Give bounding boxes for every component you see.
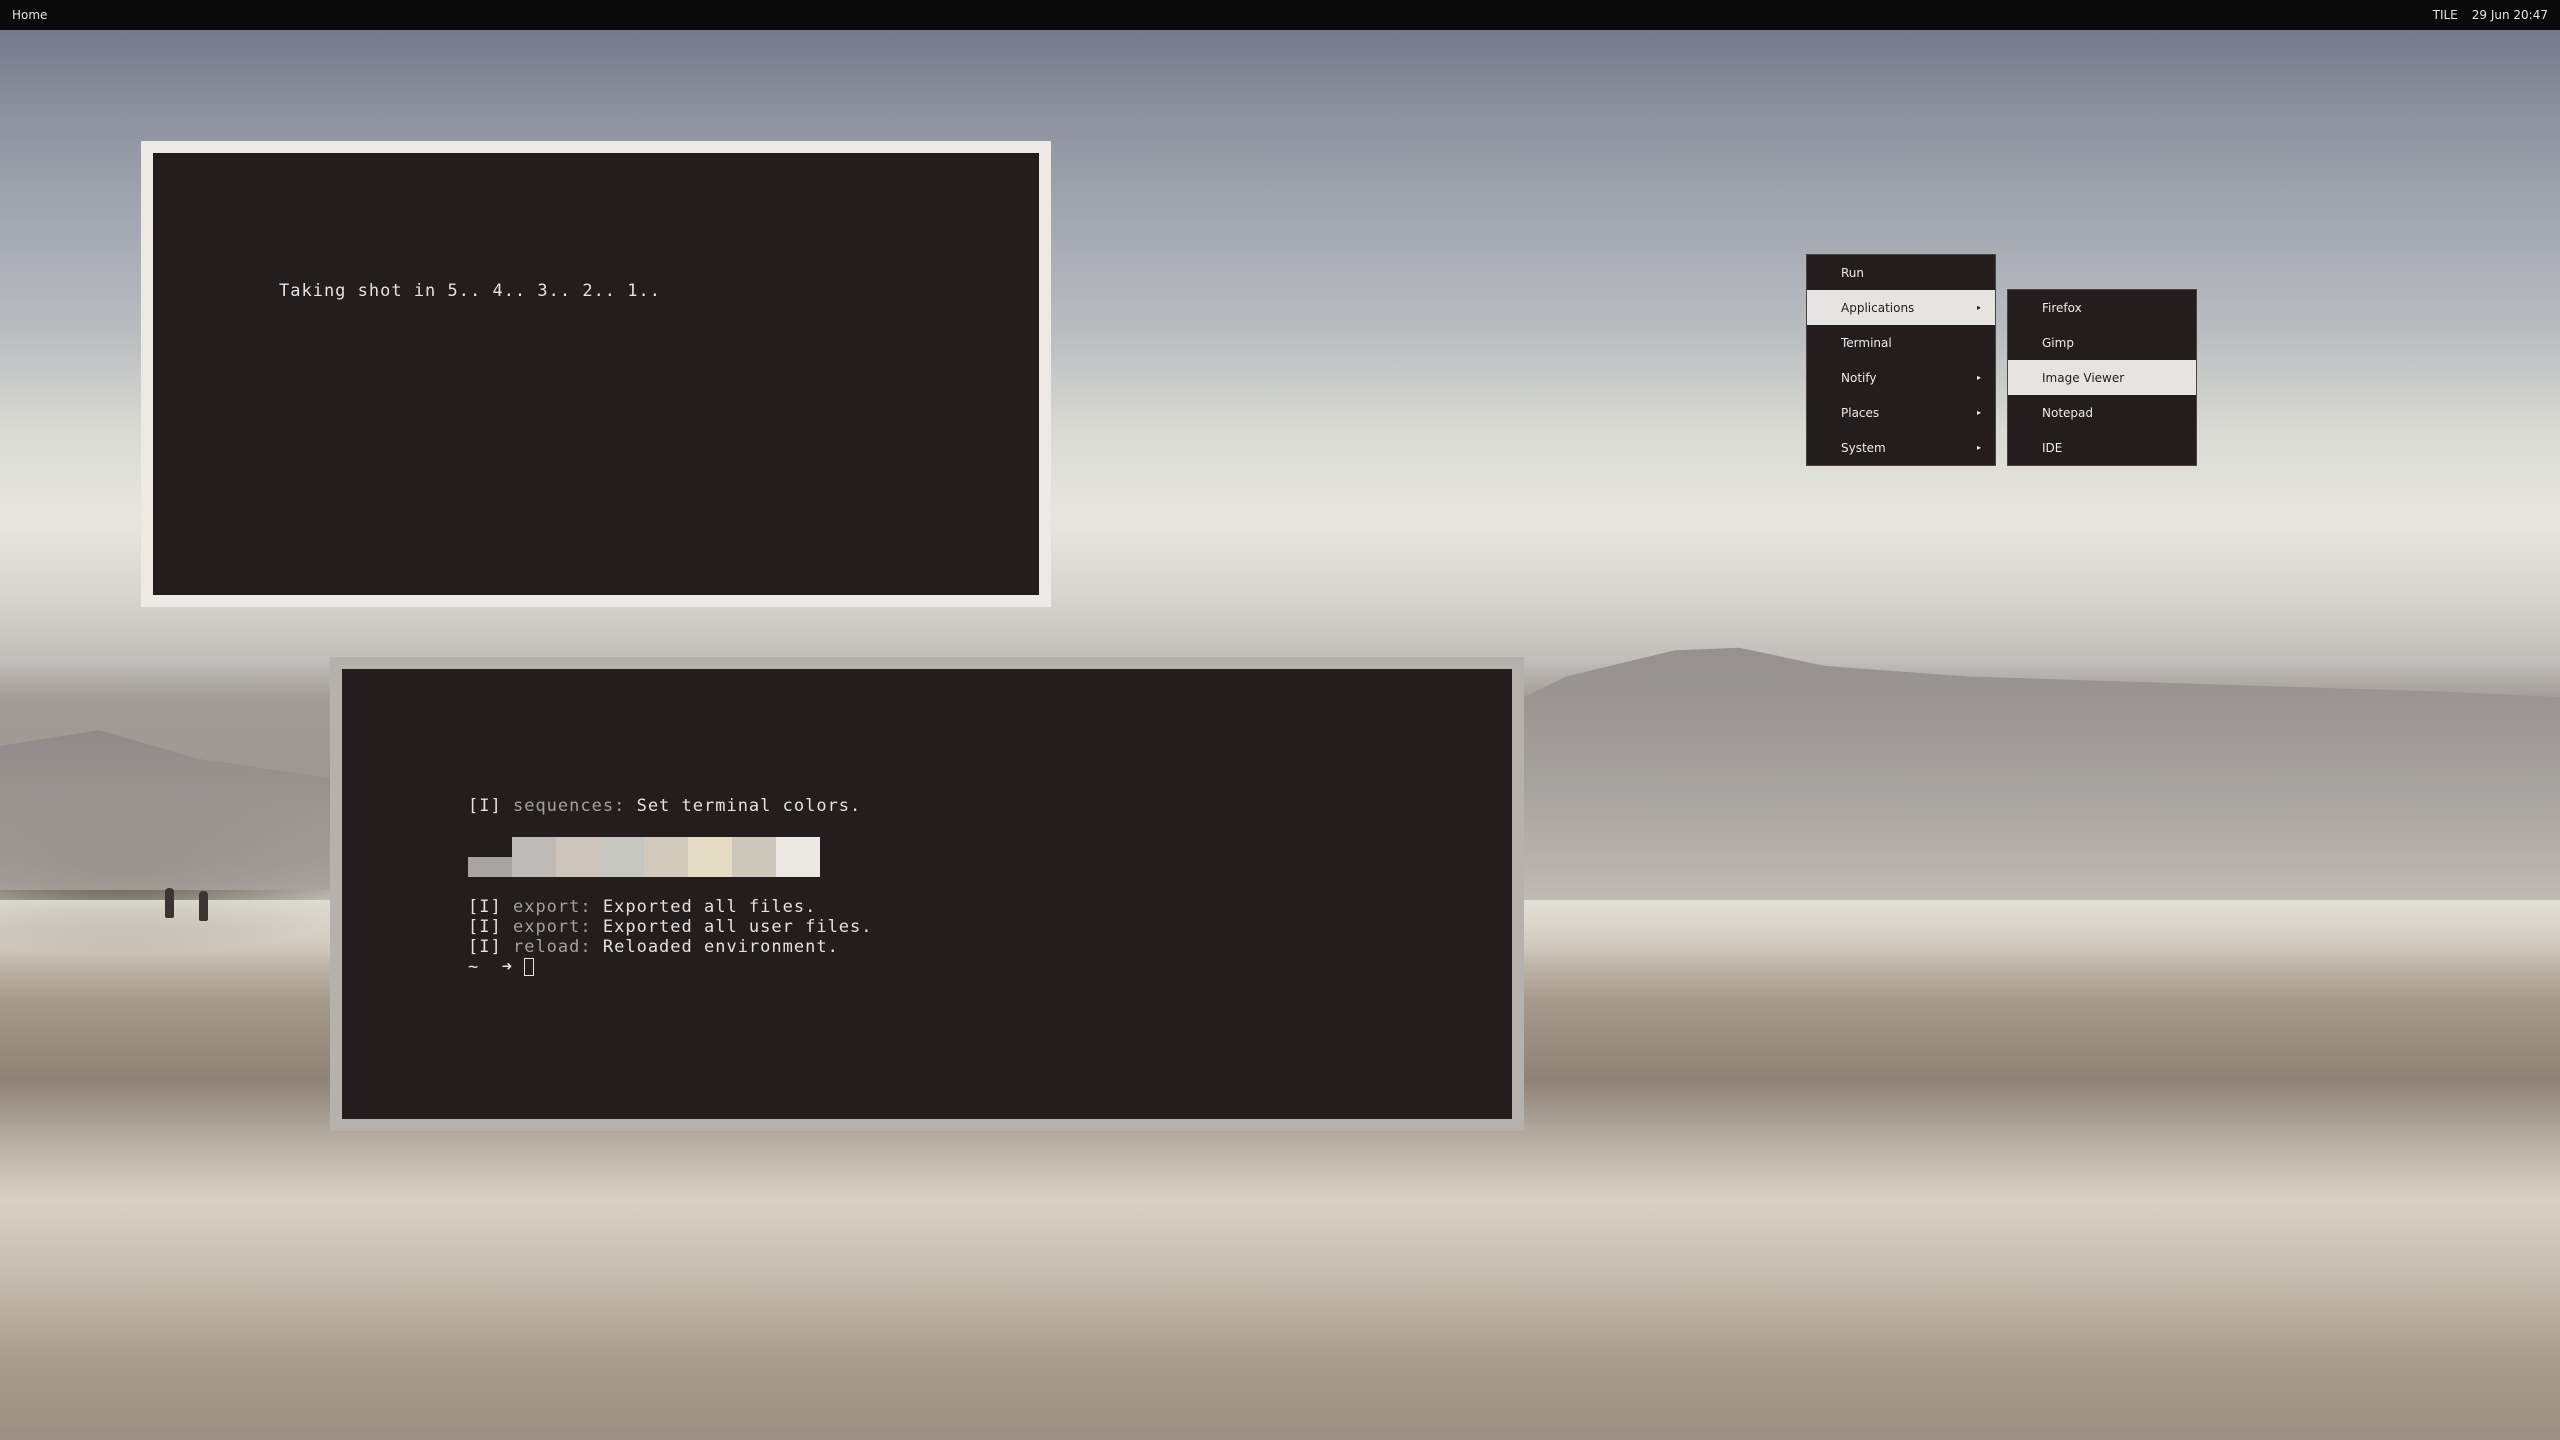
menu-item-label: Places (1841, 405, 1880, 420)
log-tag: [I] (468, 917, 502, 937)
log-key: export: (512, 897, 592, 917)
menu-item[interactable]: Notify ▸ (1807, 360, 1995, 395)
top-panel: Home TILE 29 Jun 20:47 (0, 0, 2560, 30)
terminal-line: [I] reload: Reloaded environment. (468, 937, 839, 957)
menu-item-label: Gimp (2042, 335, 2074, 350)
log-tag: [I] (468, 897, 502, 917)
menu-item-label: Image Viewer (2042, 370, 2125, 385)
applications-submenu: Firefox Gimp Image Viewer Notepad IDE (2007, 289, 2197, 466)
menu-item[interactable]: IDE (2008, 430, 2196, 465)
color-swatch (732, 837, 776, 877)
color-swatch (776, 837, 820, 877)
menu-item[interactable]: Firefox (2008, 290, 2196, 325)
menu-item[interactable]: Image Viewer (2008, 360, 2196, 395)
color-swatch (512, 837, 556, 877)
countdown-text: Taking shot in 5.. 4.. 3.. 2.. 1.. (279, 281, 661, 301)
log-message: Exported all files. (602, 897, 817, 917)
submenu-arrow-icon: ▸ (1976, 373, 1981, 382)
wallpaper-person (199, 891, 208, 921)
color-swatch (644, 837, 688, 877)
menu-item-label: Run (1841, 265, 1865, 280)
menu-item[interactable]: Notepad (2008, 395, 2196, 430)
log-message: Exported all user files. (602, 917, 873, 937)
menu-item[interactable]: Terminal (1807, 325, 1995, 360)
prompt-symbol: ~ ➜ (468, 957, 525, 977)
color-swatches (468, 837, 820, 877)
color-swatch (688, 837, 732, 877)
terminal-line: [I] sequences: Set terminal colors. (468, 796, 861, 816)
menu-item-label: Terminal (1841, 335, 1892, 350)
log-tag: [I] (468, 796, 502, 816)
log-key: reload: (512, 937, 592, 957)
terminal-line: [I] export: Exported all files. (468, 897, 816, 917)
wallpaper-person (165, 888, 174, 918)
menu-item[interactable]: Places ▸ (1807, 395, 1995, 430)
countdown-terminal-window[interactable]: Taking shot in 5.. 4.. 3.. 2.. 1.. (141, 141, 1051, 607)
log-key: export: (512, 917, 592, 937)
menu-item-label: IDE (2042, 440, 2063, 455)
workspace-label[interactable]: Home (12, 8, 47, 22)
log-message: Set terminal colors. (636, 796, 862, 816)
menu-item[interactable]: Run (1807, 255, 1995, 290)
text-cursor (524, 958, 535, 976)
terminal-window[interactable]: [I] sequences: Set terminal colors. [I] … (330, 657, 1524, 1131)
menu-item-label: Notify (1841, 370, 1877, 385)
wallpaper-mountains (1480, 647, 2560, 900)
wallpaper-hills (0, 730, 330, 890)
menu-item[interactable]: System ▸ (1807, 430, 1995, 465)
menu-item[interactable]: Gimp (2008, 325, 2196, 360)
menu-item-label: System (1841, 440, 1886, 455)
menu-item-label: Firefox (2042, 300, 2082, 315)
submenu-arrow-icon: ▸ (1976, 303, 1981, 312)
log-tag: [I] (468, 937, 502, 957)
log-key: sequences: (512, 796, 626, 816)
terminal-prompt[interactable]: ~ ➜ (468, 957, 535, 977)
clock: 29 Jun 20:47 (2471, 8, 2548, 22)
submenu-arrow-icon: ▸ (1976, 443, 1981, 452)
menu-item[interactable]: Applications ▸ (1807, 290, 1995, 325)
color-swatch (556, 837, 600, 877)
menu-item-label: Applications (1841, 300, 1915, 315)
color-swatch (468, 857, 512, 877)
submenu-arrow-icon: ▸ (1976, 408, 1981, 417)
log-message: Reloaded environment. (602, 937, 839, 957)
menu-item-label: Notepad (2042, 405, 2093, 420)
color-swatch (600, 837, 644, 877)
panel-status: TILE 29 Jun 20:47 (2433, 8, 2548, 22)
layout-indicator[interactable]: TILE (2433, 8, 2458, 22)
terminal-line: [I] export: Exported all user files. (468, 917, 873, 937)
root-menu: Run Applications ▸ Terminal Notify ▸ Places ▸ Sy… (1806, 254, 1996, 466)
